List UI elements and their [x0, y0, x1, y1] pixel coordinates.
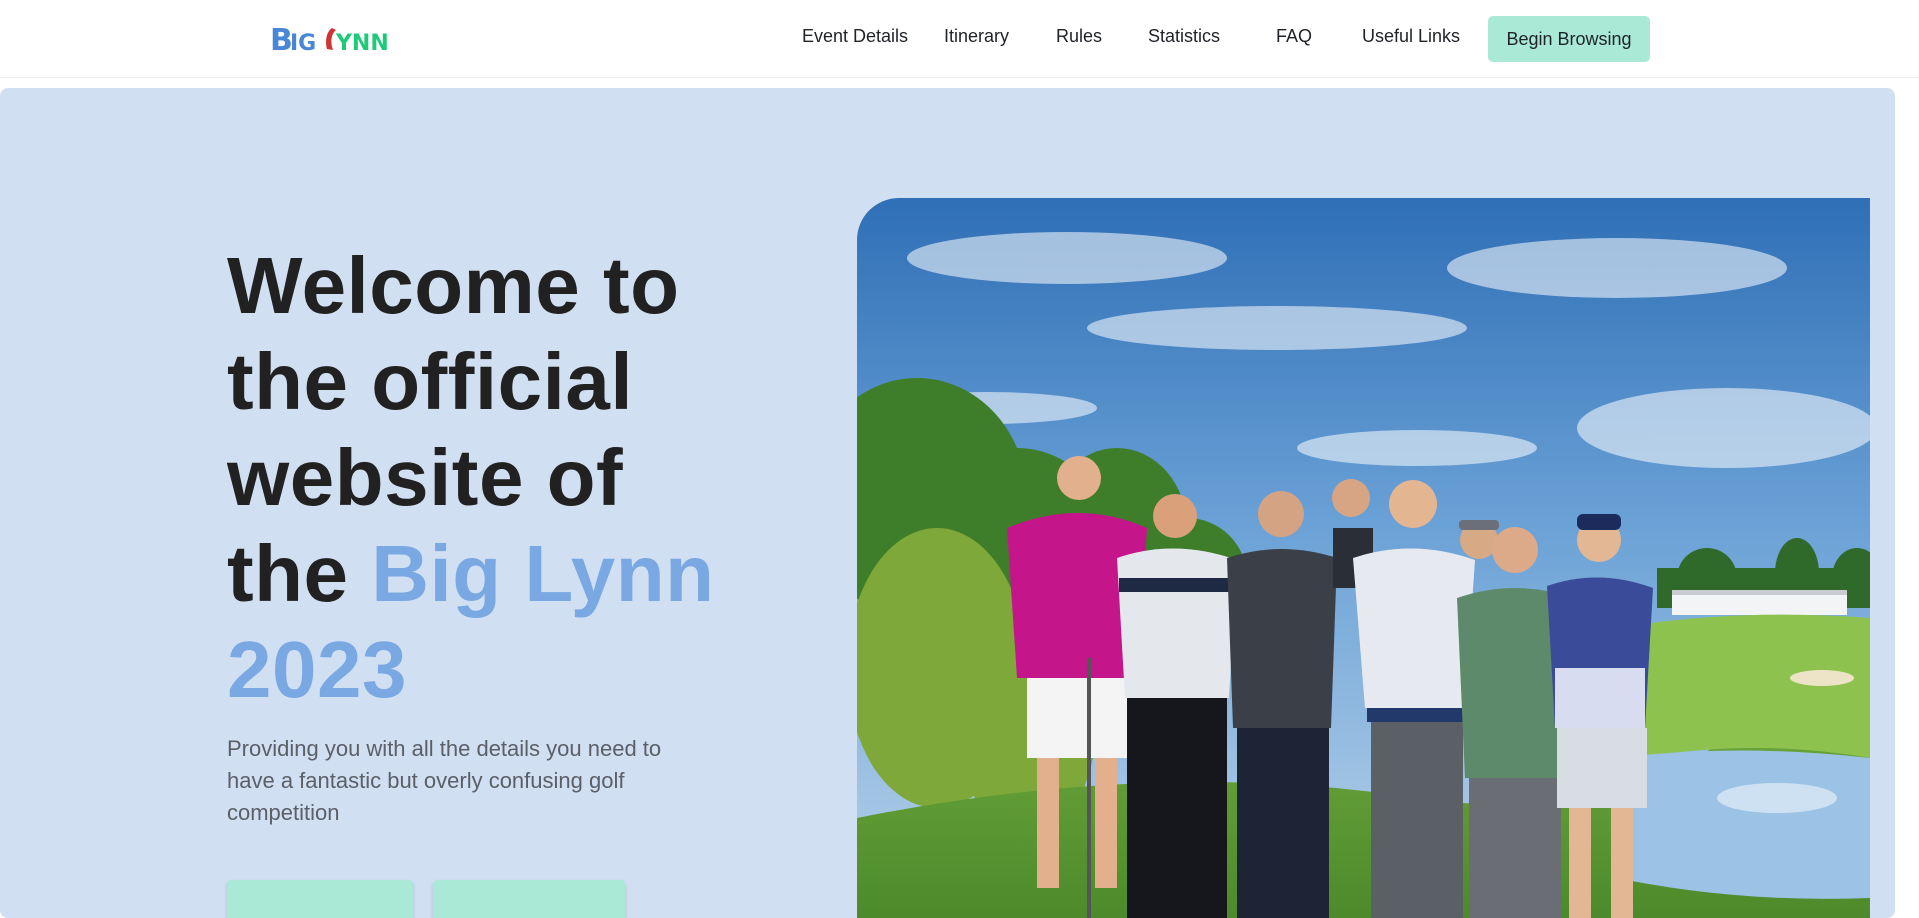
- nav-useful-links[interactable]: Useful Links: [1362, 26, 1460, 47]
- hero-title-line-1: Welcome to: [227, 241, 680, 330]
- svg-text:IG: IG: [290, 31, 316, 56]
- nav-itinerary[interactable]: Itinerary: [944, 26, 1009, 47]
- hero-title-line-2: the official: [227, 337, 634, 426]
- nav-statistics[interactable]: Statistics: [1148, 26, 1220, 47]
- top-navbar: B IG YNN Event Details Itinerary Rules S…: [0, 0, 1919, 78]
- svg-text:YNN: YNN: [335, 31, 389, 56]
- group-golfers-photo: [857, 198, 1870, 918]
- nav-event-details[interactable]: Event Details: [802, 26, 908, 47]
- logo-graphic: B IG YNN: [270, 23, 389, 56]
- hero-subtitle: Providing you with all the details you n…: [227, 736, 662, 825]
- nav-faq[interactable]: FAQ: [1276, 26, 1312, 47]
- hero-title-line-3: website of: [227, 433, 624, 522]
- hero-section: Welcome to the official website of the B…: [0, 88, 1895, 918]
- hero-secondary-button[interactable]: [433, 880, 625, 918]
- nav-rules[interactable]: Rules: [1056, 26, 1102, 47]
- hero-title-highlight-year: 2023: [227, 625, 407, 714]
- brand-logo[interactable]: B IG YNN: [270, 20, 390, 56]
- hero-primary-button[interactable]: [227, 880, 413, 918]
- hero-title: Welcome to the official website of the B…: [227, 238, 787, 718]
- hero-title-highlight-name: Big Lynn: [371, 529, 715, 618]
- begin-browsing-button[interactable]: Begin Browsing: [1488, 16, 1650, 62]
- hero-title-line-4-prefix: the: [227, 529, 372, 618]
- photo-illustration: [857, 198, 1870, 918]
